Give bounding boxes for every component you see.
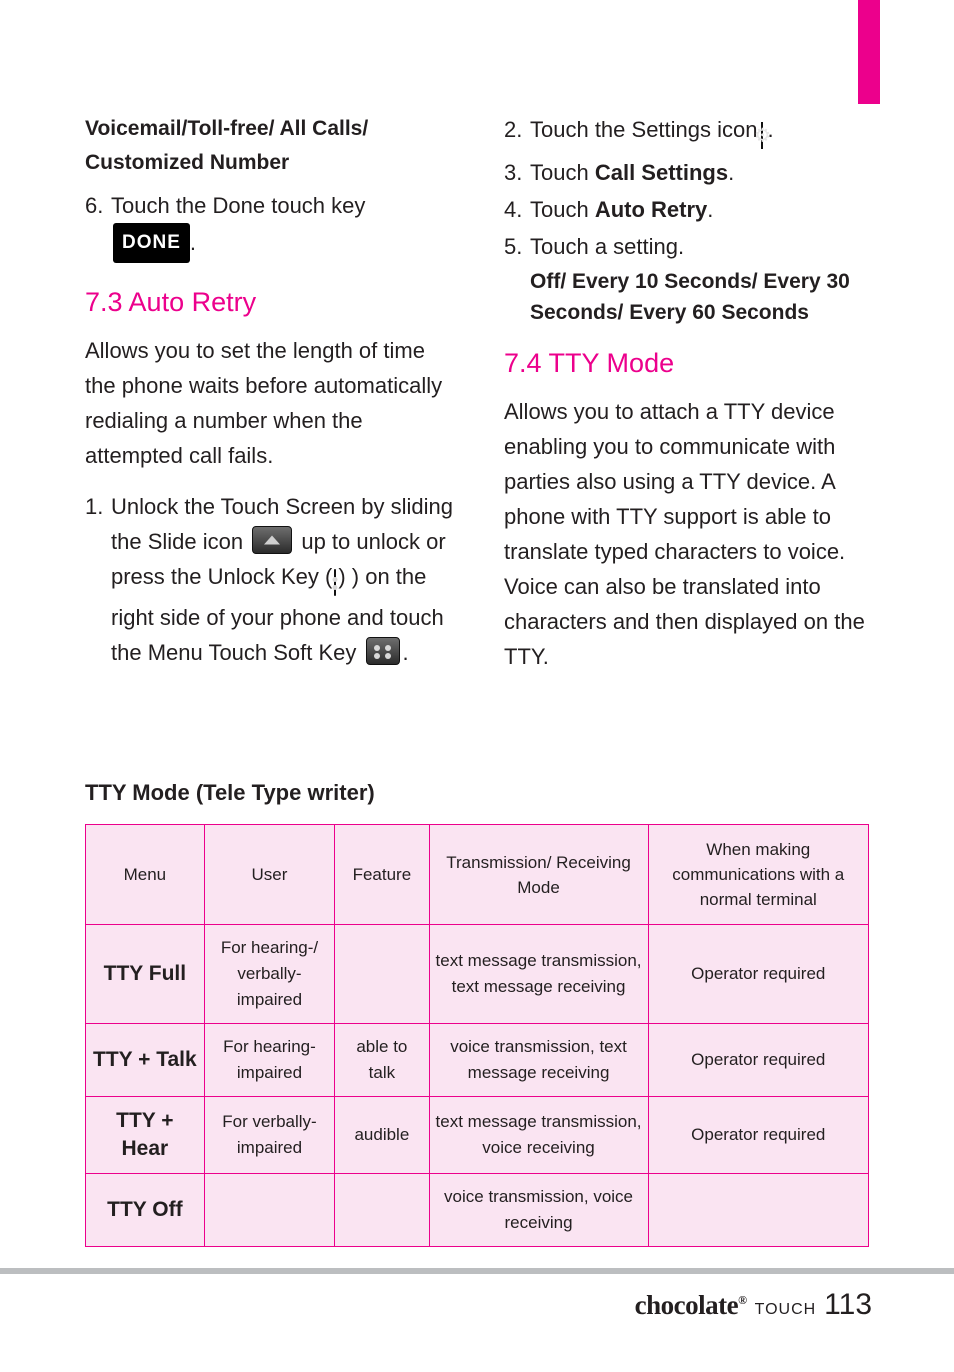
section-7-4-title: 7.4 TTY Mode <box>504 348 675 378</box>
right-step-2-body: Touch the Settings icon. <box>530 112 874 153</box>
left-step-1-text-e: . <box>402 640 409 665</box>
right-step-3-text-pre: Touch <box>530 160 595 185</box>
table-header-mode: Transmission/ Receiving Mode <box>428 824 649 925</box>
right-step-5: 5. Touch a setting. Off/ Every 10 Second… <box>504 229 874 328</box>
right-step-4-text-bold: Auto Retry <box>594 197 708 222</box>
brand-logo: chocolate® <box>635 1290 747 1321</box>
row-2-normal: Operator required <box>647 1096 870 1174</box>
row-1-feature: able to talk <box>334 1023 430 1097</box>
left-step-1-body: Unlock the Touch Screen by sliding the S… <box>111 489 455 670</box>
brand-registered-mark: ® <box>738 1293 747 1307</box>
page-footer: chocolate® TOUCH 113 <box>635 1288 872 1322</box>
row-3-normal <box>647 1173 870 1247</box>
table-header-feature: Feature <box>334 824 430 925</box>
left-step-6: 6. Touch the Done touch key DONE. <box>85 188 455 263</box>
unlock-key-icon <box>334 569 337 596</box>
page-number: 113 <box>824 1288 872 1321</box>
row-1-mode: voice transmission, text message receivi… <box>428 1023 649 1097</box>
row-3-mode: voice transmission, voice receiving <box>428 1173 649 1247</box>
table-header-user: User <box>203 824 336 925</box>
right-step-3-text-bold: Call Settings <box>594 160 729 185</box>
section-7-3-title: 7.3 Auto Retry <box>85 287 257 317</box>
right-step-3: 3. Touch Call Settings. <box>504 155 874 190</box>
row-0-menu: TTY Full <box>85 924 205 1024</box>
row-3-user <box>203 1173 336 1247</box>
tty-mode-table: Menu User Feature Transmission/ Receivin… <box>85 824 870 1247</box>
menu-touch-soft-key-icon <box>365 637 400 665</box>
footer-divider <box>0 1268 954 1274</box>
table-header-menu: Menu <box>85 824 205 925</box>
left-step-6-text: Touch the Done touch key <box>111 193 366 218</box>
row-1-menu: TTY + Talk <box>85 1023 205 1097</box>
right-step-3-text-post: . <box>728 160 735 185</box>
right-step-2: 2. Touch the Settings icon. <box>504 112 874 153</box>
row-2-menu: TTY + Hear <box>85 1096 205 1174</box>
table-row: TTY Full For hearing-/ verbally- impaire… <box>85 924 870 1024</box>
left-step-1-number: 1. <box>85 494 104 519</box>
row-1-user: For hearing- impaired <box>203 1023 336 1097</box>
settings-gear-icon <box>761 122 764 149</box>
brand-name: chocolate <box>634 1290 739 1320</box>
left-step-1-paren-close: ) <box>338 564 346 589</box>
row-0-user: For hearing-/ verbally- impaired <box>203 924 336 1024</box>
section-7-4-body: Allows you to attach a TTY device enabli… <box>504 399 865 669</box>
left-column: Voicemail/Toll-free/ All Calls/ Customiz… <box>85 112 455 672</box>
done-touch-key[interactable]: DONE <box>113 223 190 263</box>
table-row: TTY + Hear For verbally- impaired audibl… <box>85 1096 870 1174</box>
right-step-5-options: Off/ Every 10 Seconds/ Every 30 Seconds/… <box>530 270 850 324</box>
table-body: TTY Full For hearing-/ verbally- impaire… <box>85 924 870 1247</box>
left-step-1: 1. Unlock the Touch Screen by sliding th… <box>85 489 455 670</box>
right-step-3-number: 3. <box>504 160 523 185</box>
table-row: TTY + Talk For hearing- impaired able to… <box>85 1023 870 1097</box>
page-corner-tab <box>858 0 880 104</box>
right-step-5-body: Touch a setting. Off/ Every 10 Seconds/ … <box>530 229 874 328</box>
table-row: TTY Off voice transmission, voice receiv… <box>85 1173 870 1247</box>
brand-sub-label: TOUCH <box>754 1301 817 1318</box>
row-2-mode: text message transmission, voice receivi… <box>428 1096 649 1174</box>
table-header-row: Menu User Feature Transmission/ Receivin… <box>85 824 870 925</box>
left-step-1-text-c: ( <box>325 564 333 589</box>
row-3-menu: TTY Off <box>85 1173 205 1247</box>
row-2-feature: audible <box>334 1096 430 1174</box>
left-heading: Voicemail/Toll-free/ All Calls/ Customiz… <box>85 117 369 174</box>
right-step-3-body: Touch Call Settings. <box>530 155 874 190</box>
right-step-4-text-post: . <box>707 197 714 222</box>
right-step-4-body: Touch Auto Retry. <box>530 192 874 227</box>
row-2-user: For verbally- impaired <box>203 1096 336 1174</box>
left-step-6-body: Touch the Done touch key DONE. <box>111 188 455 263</box>
table-header-normal-terminal: When making communications with a normal… <box>647 824 870 925</box>
right-step-4: 4. Touch Auto Retry. <box>504 192 874 227</box>
right-step-2-number: 2. <box>504 117 523 142</box>
row-3-feature <box>334 1173 430 1247</box>
left-step-6-trailing: . <box>189 230 197 255</box>
slide-icon <box>252 526 293 554</box>
table-head: Menu User Feature Transmission/ Receivin… <box>85 824 870 925</box>
right-step-2-text: Touch the Settings icon <box>530 117 758 142</box>
right-step-4-number: 4. <box>504 197 523 222</box>
table-caption: TTY Mode (Tele Type writer) <box>85 780 375 805</box>
left-step-6-number: 6. <box>85 193 104 218</box>
right-step-5-text: Touch a setting. <box>530 234 685 259</box>
right-step-4-text-pre: Touch <box>530 197 595 222</box>
row-0-mode: text message transmission, text message … <box>428 924 649 1024</box>
document-page: Voicemail/Toll-free/ All Calls/ Customiz… <box>0 0 954 1372</box>
section-7-3-body: Allows you to set the length of time the… <box>85 338 443 468</box>
row-0-feature <box>334 924 430 1024</box>
row-1-normal: Operator required <box>647 1023 870 1097</box>
row-0-normal: Operator required <box>647 924 870 1024</box>
right-column: 2. Touch the Settings icon. 3. Touch Cal… <box>504 112 874 674</box>
right-step-5-number: 5. <box>504 234 523 259</box>
